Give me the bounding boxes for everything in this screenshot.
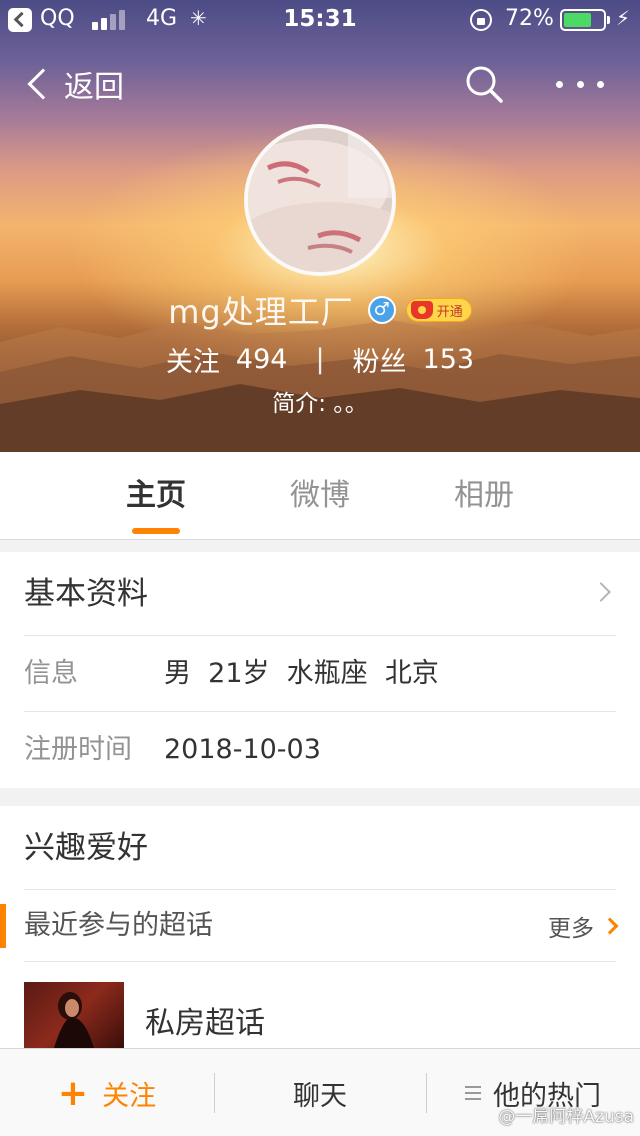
- tab-home[interactable]: 主页: [96, 452, 216, 540]
- back-button[interactable]: 返回: [22, 62, 124, 106]
- vip-label: 开通: [436, 304, 463, 320]
- avatar-image: [248, 128, 392, 272]
- tab-album[interactable]: 相册: [424, 452, 544, 540]
- basic-info-card: 基本资料 信息 男 21岁 水瓶座 北京 注册时间 2018-10-03: [0, 552, 640, 788]
- plus-icon: +: [57, 1072, 89, 1114]
- tab-active-indicator: [132, 528, 180, 534]
- more-label: 更多: [548, 916, 594, 942]
- registration-date: 2018-10-03: [164, 734, 321, 765]
- topic-name: 私房超话: [145, 1006, 265, 1041]
- recent-topics-title: 最近参与的超话: [24, 910, 213, 941]
- registration-label: 注册时间: [24, 734, 132, 765]
- following-count: 494: [235, 343, 288, 375]
- following-stat[interactable]: 关注 494: [166, 340, 288, 379]
- profile-name-row: mg处理工厂 开通: [0, 288, 640, 332]
- back-label: 返回: [64, 70, 124, 105]
- basic-info-header[interactable]: 基本资料: [24, 552, 616, 636]
- tab-weibo[interactable]: 微博: [260, 452, 380, 540]
- registration-row: 注册时间 2018-10-03: [24, 712, 616, 788]
- avatar[interactable]: [244, 124, 396, 276]
- profile-cover: QQ 4G ✳ 15:31 72% ⚡ 返回 mg处理工厂 ♂ 开通 关注 49…: [0, 0, 640, 452]
- interests-card: 兴趣爱好 最近参与的超话 更多 私房超话: [0, 806, 640, 1048]
- chevron-right-icon: [591, 582, 611, 602]
- basic-info-title: 基本资料: [24, 576, 148, 612]
- more-icon[interactable]: [556, 66, 604, 102]
- orientation-lock-icon: [470, 9, 492, 31]
- male-icon: [367, 296, 396, 324]
- chat-label: 聊天: [293, 1080, 347, 1112]
- watermark: @一屌阿梓Azusa: [498, 1107, 634, 1127]
- battery-level-fill: [564, 13, 592, 27]
- crown-icon: [410, 301, 433, 319]
- topic-thumbnail: [24, 982, 124, 1048]
- follow-button[interactable]: + 关注: [0, 1049, 214, 1136]
- info-row: 信息 男 21岁 水瓶座 北京: [24, 636, 616, 712]
- chevron-right-icon: [601, 917, 619, 935]
- more-topics-button[interactable]: 更多: [548, 890, 619, 962]
- interests-title: 兴趣爱好: [24, 806, 616, 890]
- info-label: 信息: [24, 658, 78, 689]
- chat-button[interactable]: 聊天: [214, 1049, 426, 1136]
- following-label: 关注: [165, 346, 220, 378]
- followers-count: 153: [422, 343, 475, 375]
- profile-name: mg处理工厂: [168, 293, 354, 331]
- list-item[interactable]: 私房超话: [0, 982, 640, 1048]
- status-bar: QQ 4G ✳ 15:31 72% ⚡: [0, 0, 640, 40]
- charging-icon: ⚡: [616, 6, 631, 30]
- divider: [24, 961, 616, 962]
- recent-topics-header: 最近参与的超话 更多: [0, 890, 640, 962]
- menu-icon: [465, 1086, 481, 1100]
- vip-badge[interactable]: 开通: [405, 298, 472, 322]
- section-accent-bar: [0, 904, 6, 948]
- stats-row: 关注 494 | 粉丝 153: [0, 338, 640, 380]
- battery-icon: [560, 9, 610, 31]
- search-icon[interactable]: [464, 64, 504, 104]
- stats-divider: |: [315, 343, 325, 375]
- followers-label: 粉丝: [352, 346, 407, 378]
- followers-stat[interactable]: 粉丝 153: [353, 340, 475, 379]
- battery-percent: 72%: [505, 6, 554, 31]
- nav-bar: 返回: [0, 56, 640, 112]
- info-value: 男 21岁 水瓶座 北京: [164, 658, 439, 689]
- chevron-left-icon: [27, 68, 59, 100]
- profile-bio: 简介: 。。: [272, 391, 368, 417]
- follow-label: 关注: [102, 1080, 157, 1112]
- profile-tabs: 主页 微博 相册: [0, 452, 640, 540]
